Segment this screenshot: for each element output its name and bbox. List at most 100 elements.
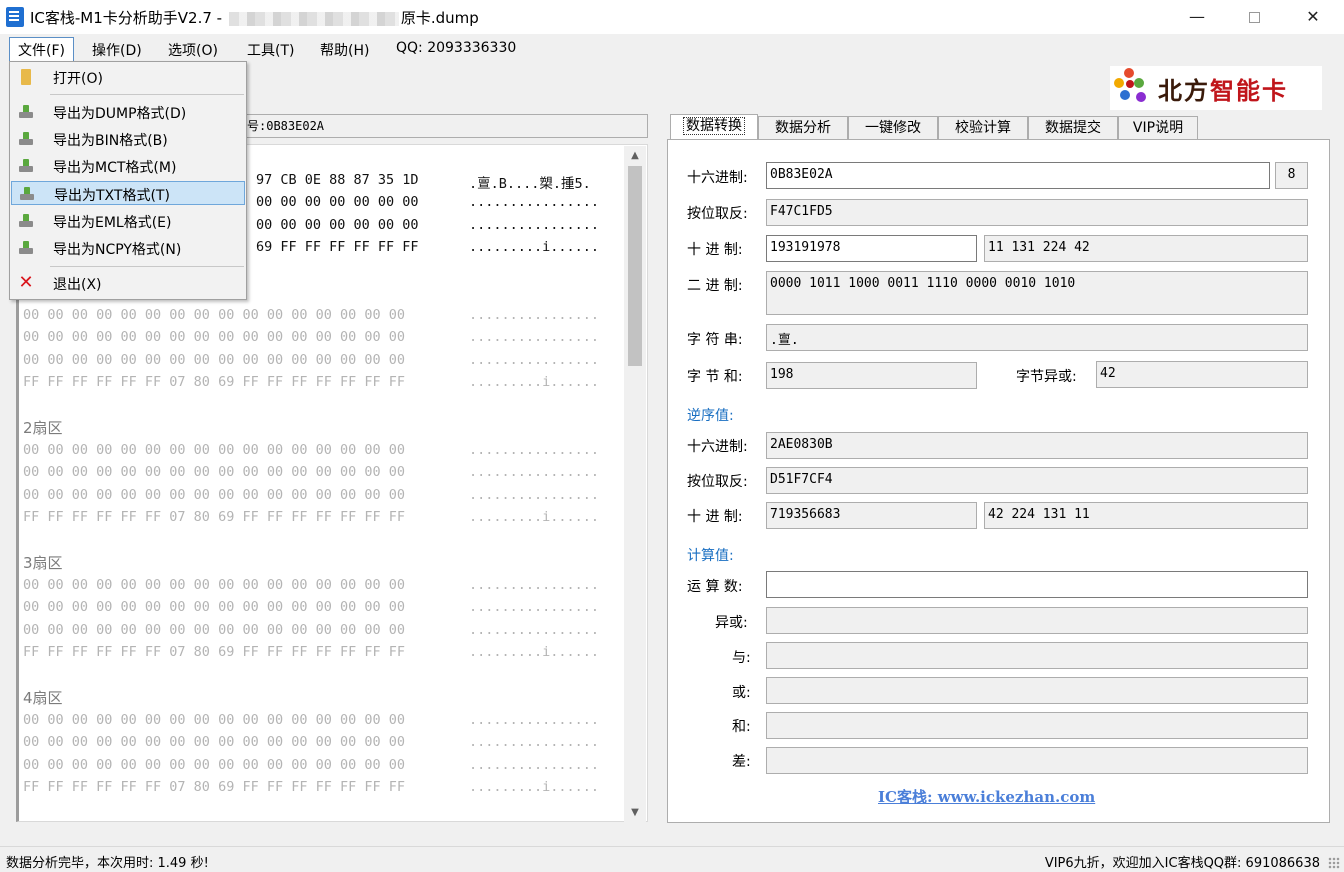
blurred-path	[228, 11, 399, 26]
window-title: IC客栈-M1卡分析助手V2.7 - 原卡.dump	[30, 7, 479, 28]
hex-label: 十六进制:	[687, 170, 748, 186]
title-prefix: IC客栈-M1卡分析助手V2.7 -	[30, 9, 223, 27]
invert-field[interactable]: F47C1FD5	[766, 199, 1308, 226]
hex-row[interactable]: 00 00 00 00 00 00 00 00 00 00 00 00 00 0…	[23, 464, 405, 480]
or-result-field[interactable]	[766, 677, 1308, 704]
tab-data-analysis[interactable]: 数据分析	[758, 116, 848, 140]
close-button[interactable]: ✕	[1290, 0, 1336, 34]
tab-vip-info[interactable]: VIP说明	[1118, 116, 1198, 140]
diff-result-label: 差:	[732, 754, 751, 770]
card-number-field: 卡号:0B83E02A	[230, 114, 648, 138]
sum-result-label: 和:	[732, 719, 751, 735]
menu-tools[interactable]: 工具(T)	[247, 40, 294, 60]
hex-row[interactable]: FF FF FF FF FF FF 07 80 69 FF FF FF FF F…	[23, 779, 405, 795]
byte-sum-field[interactable]: 198	[766, 362, 977, 389]
sector-title: 4扇区	[23, 689, 63, 707]
hex-row[interactable]: 00 00 00 00 00 00 00 00 00 00 00 00 00 0…	[23, 307, 405, 323]
rev-decimal-bytes-field[interactable]: 42 224 131 11	[984, 502, 1308, 529]
hex-row[interactable]: 00 00 00 00 00 00 00 00 00 00 00 00 00 0…	[23, 442, 405, 458]
menu-operate[interactable]: 操作(D)	[92, 40, 142, 60]
hex-length: 8	[1275, 162, 1308, 189]
rev-invert-label: 按位取反:	[687, 474, 748, 490]
hex-row[interactable]: FF FF FF FF FF FF 07 80 69 FF FF FF FF F…	[23, 644, 405, 660]
menu-export-bin[interactable]: 导出为BIN格式(B)	[11, 127, 245, 151]
tab-data-submit[interactable]: 数据提交	[1028, 116, 1118, 140]
rev-decimal-field[interactable]: 719356683	[766, 502, 977, 529]
status-promo: VIP6九折，欢迎加入IC客栈QQ群: 691086638	[1044, 856, 1320, 871]
hex-row[interactable]: 00 00 00 00 00 00 00	[256, 194, 419, 210]
menu-help[interactable]: 帮助(H)	[320, 40, 369, 60]
hex-row[interactable]: 00 00 00 00 00 00 00 00 00 00 00 00 00 0…	[23, 599, 405, 615]
hex-scrollbar[interactable]: ▲ ▼	[624, 146, 646, 822]
resize-grip-icon[interactable]	[1328, 857, 1340, 869]
hex-row[interactable]: 00 00 00 00 00 00 00 00 00 00 00 00 00 0…	[23, 487, 405, 503]
byte-xor-field[interactable]: 42	[1096, 361, 1308, 388]
ascii-row: ................	[469, 442, 600, 458]
scroll-thumb[interactable]	[628, 166, 642, 366]
ascii-row: ................	[469, 712, 600, 728]
qq-number: QQ: 2093336330	[396, 40, 517, 56]
menu-export-mct[interactable]: 导出为MCT格式(M)	[11, 154, 245, 178]
scroll-down-icon[interactable]: ▼	[624, 807, 646, 818]
decimal-input[interactable]: 193191978	[766, 235, 977, 262]
hex-row[interactable]: 00 00 00 00 00 00 00	[256, 217, 419, 233]
export-icon	[17, 240, 35, 256]
string-label: 字 符 串:	[687, 332, 743, 348]
hex-row[interactable]: 00 00 00 00 00 00 00 00 00 00 00 00 00 0…	[23, 757, 405, 773]
rev-hex-field[interactable]: 2AE0830B	[766, 432, 1308, 459]
ascii-row: ................	[469, 577, 600, 593]
scroll-up-icon[interactable]: ▲	[624, 150, 646, 161]
menu-export-ncpy[interactable]: 导出为NCPY格式(N)	[11, 236, 245, 260]
and-result-field[interactable]	[766, 642, 1308, 669]
rev-decimal-label: 十 进 制:	[687, 509, 743, 525]
rev-invert-field[interactable]: D51F7CF4	[766, 467, 1308, 494]
menu-open[interactable]: 打开(O)	[11, 65, 245, 89]
sum-result-field[interactable]	[766, 712, 1308, 739]
hex-input[interactable]: 0B83E02A	[766, 162, 1270, 189]
menu-bar: 文件(F) 操作(D) 选项(O) 工具(T) 帮助(H) QQ: 209333…	[0, 34, 1344, 64]
menu-exit[interactable]: ✕ 退出(X)	[11, 271, 245, 295]
menu-exit-label: 退出(X)	[53, 277, 102, 293]
tab-checksum[interactable]: 校验计算	[938, 116, 1028, 140]
operand-input[interactable]	[766, 571, 1308, 598]
binary-field[interactable]: 0000 1011 1000 0011 1110 0000 0010 1010	[766, 271, 1308, 315]
hex-row[interactable]: 00 00 00 00 00 00 00 00 00 00 00 00 00 0…	[23, 329, 405, 345]
hex-row[interactable]: FF FF FF FF FF FF 07 80 69 FF FF FF FF F…	[23, 374, 405, 390]
menu-export-eml[interactable]: 导出为EML格式(E)	[11, 209, 245, 233]
ascii-row: ................	[469, 217, 600, 233]
menu-export-mct-label: 导出为MCT格式(M)	[53, 160, 177, 176]
menu-file[interactable]: 文件(F)	[9, 37, 74, 63]
menu-options[interactable]: 选项(O)	[168, 40, 218, 60]
hex-row[interactable]: FF FF FF FF FF FF 07 80 69 FF FF FF FF F…	[23, 509, 405, 525]
ascii-row: ................	[469, 757, 600, 773]
export-icon	[17, 158, 35, 174]
hex-row[interactable]: 00 00 00 00 00 00 00 00 00 00 00 00 00 0…	[23, 734, 405, 750]
xor-result-field[interactable]	[766, 607, 1308, 634]
ascii-row: ................	[469, 622, 600, 638]
ascii-row: ................	[469, 307, 600, 323]
website-link[interactable]: IC客栈: www.ickezhan.com	[878, 786, 1095, 807]
hex-row[interactable]: 97 CB 0E 88 87 35 1D	[256, 172, 419, 188]
decimal-label: 十 进 制:	[687, 242, 743, 258]
decimal-bytes-field[interactable]: 11 131 224 42	[984, 235, 1308, 262]
hex-row[interactable]: 00 00 00 00 00 00 00 00 00 00 00 00 00 0…	[23, 712, 405, 728]
string-field[interactable]: .亶.	[766, 324, 1308, 351]
byte-sum-label: 字 节 和:	[687, 369, 743, 385]
tab-quick-edit[interactable]: 一键修改	[848, 116, 938, 140]
menu-export-txt-label: 导出为TXT格式(T)	[54, 188, 170, 204]
invert-label: 按位取反:	[687, 206, 748, 222]
hex-row[interactable]: 00 00 00 00 00 00 00 00 00 00 00 00 00 0…	[23, 352, 405, 368]
hex-row[interactable]: 00 00 00 00 00 00 00 00 00 00 00 00 00 0…	[23, 622, 405, 638]
hex-row[interactable]: 00 00 00 00 00 00 00 00 00 00 00 00 00 0…	[23, 577, 405, 593]
diff-result-field[interactable]	[766, 747, 1308, 774]
menu-export-txt[interactable]: 导出为TXT格式(T)	[11, 181, 245, 205]
tab-data-convert[interactable]: 数据转换	[670, 114, 758, 141]
hex-row[interactable]: 69 FF FF FF FF FF FF	[256, 239, 419, 255]
title-suffix: 原卡.dump	[400, 9, 479, 27]
minimize-button[interactable]: —	[1174, 0, 1220, 34]
menu-export-dump[interactable]: 导出为DUMP格式(D)	[11, 100, 245, 124]
reverse-section-title: 逆序值:	[687, 408, 734, 424]
maximize-icon	[1248, 12, 1260, 23]
export-icon	[17, 131, 35, 147]
maximize-button[interactable]	[1231, 0, 1277, 34]
